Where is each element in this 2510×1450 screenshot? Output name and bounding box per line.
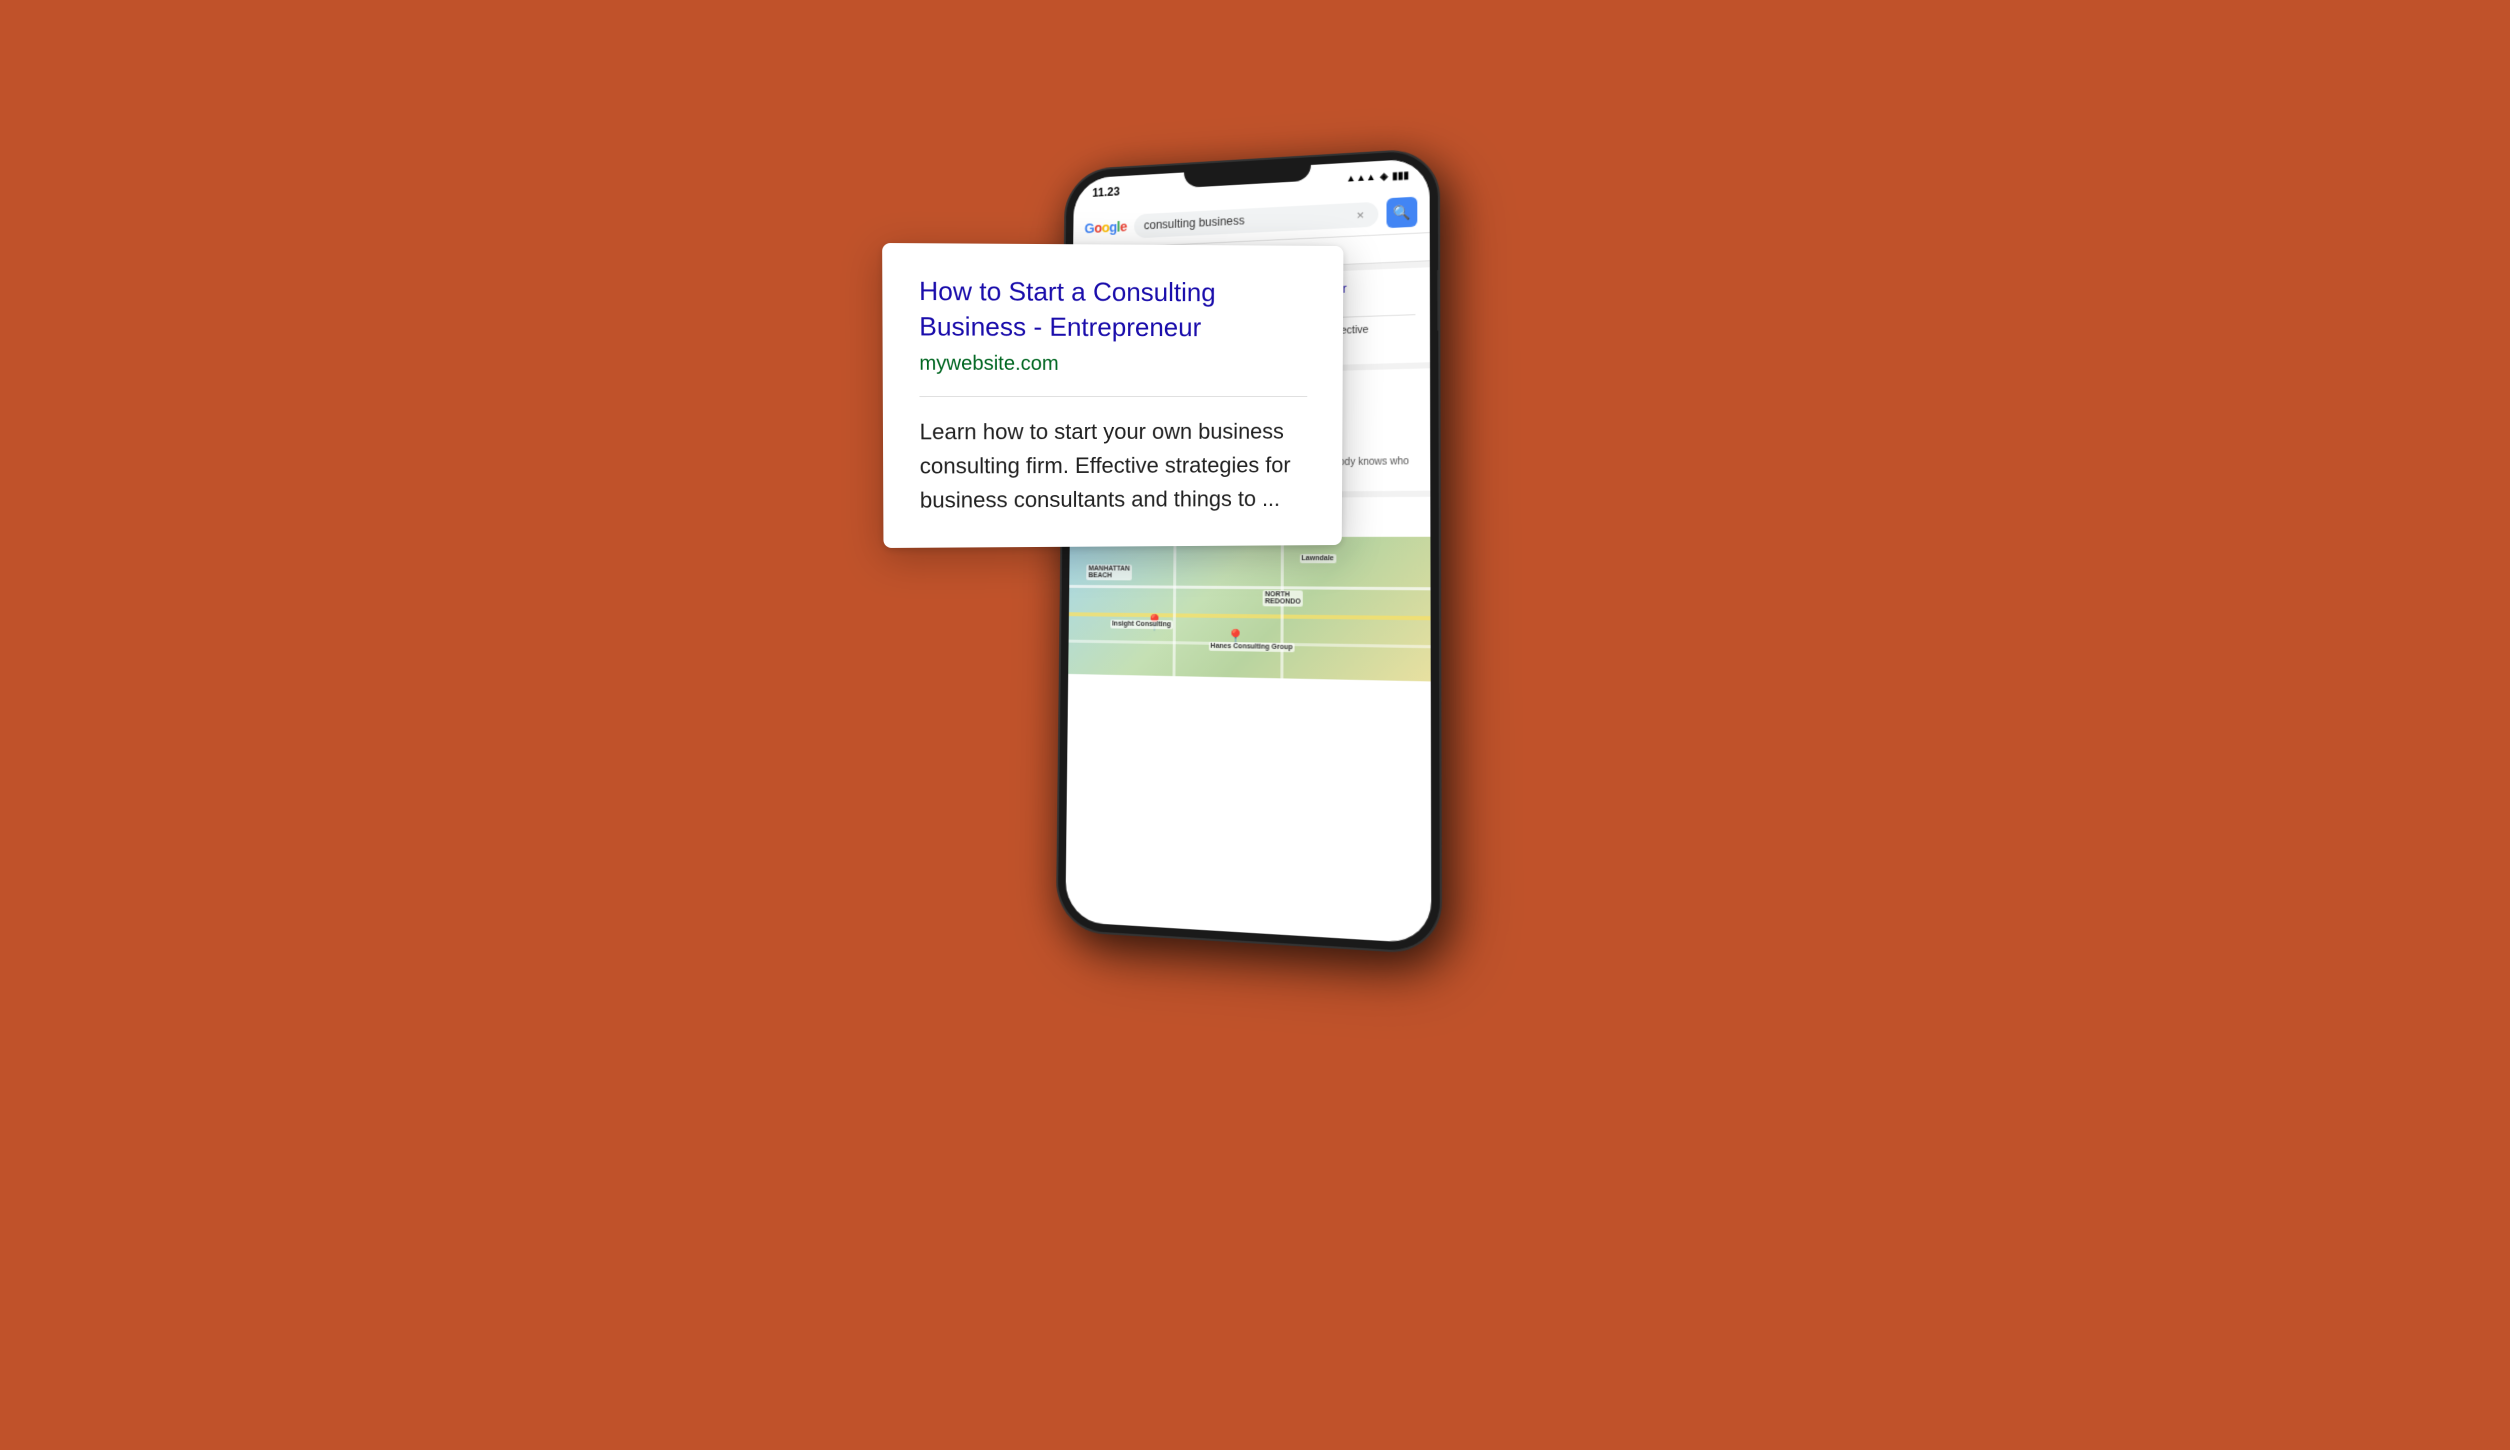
card-snippet: Learn how to start your own business con… [920, 415, 1308, 518]
search-button[interactable]: 🔍 [1387, 197, 1418, 228]
clear-icon[interactable]: × [1356, 207, 1364, 222]
card-title[interactable]: How to Start a Consulting Business - Ent… [919, 274, 1308, 346]
floating-search-result-card: How to Start a Consulting Business - Ent… [882, 243, 1343, 548]
search-box[interactable]: consulting business × [1134, 201, 1378, 238]
map-label-manhattan: MANHATTANBEACH [1086, 565, 1131, 581]
google-logo: Google [1084, 219, 1127, 236]
card-url[interactable]: mywebsite.com [919, 353, 1307, 377]
status-time: 11.23 [1092, 185, 1120, 200]
map-label-lawndale: Lawndale [1299, 554, 1335, 563]
map-background: 📍 📍 MANHATTANBEACH NORTHREDONDO Insight … [1068, 537, 1431, 682]
map-label-hanes: Hanes Consulting Group [1208, 642, 1294, 652]
map-label-north-redondo: NORTHREDONDO [1263, 591, 1303, 607]
map-label-insight: Insight Consulting [1110, 620, 1173, 630]
map-image[interactable]: 📍 📍 MANHATTANBEACH NORTHREDONDO Insight … [1068, 537, 1431, 682]
status-icons: ▲▲▲ ◈ ▮▮▮ [1346, 170, 1409, 184]
wifi-icon: ◈ [1380, 171, 1388, 182]
search-query: consulting business [1144, 214, 1245, 233]
power-button [1437, 270, 1440, 331]
card-divider [919, 396, 1307, 397]
search-icon: 🔍 [1393, 203, 1411, 221]
battery-icon: ▮▮▮ [1392, 170, 1409, 182]
signal-icon: ▲▲▲ [1346, 172, 1376, 185]
